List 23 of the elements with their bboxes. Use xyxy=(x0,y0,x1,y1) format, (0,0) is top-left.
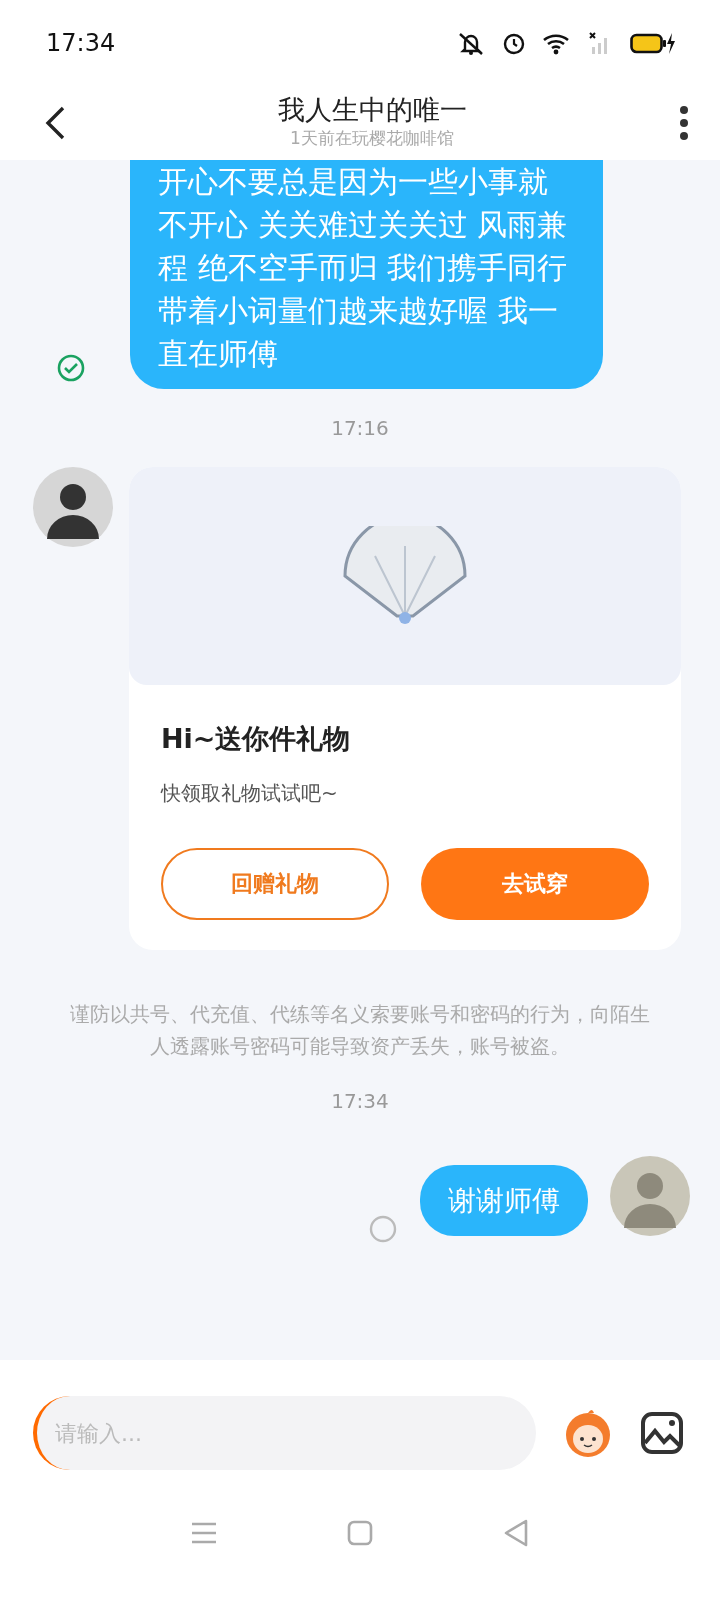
message-time: 17:16 xyxy=(330,415,390,442)
menu-icon[interactable] xyxy=(191,1522,217,1544)
message-time: 17:34 xyxy=(330,1087,390,1115)
more-button[interactable] xyxy=(678,104,690,142)
gift-back-button[interactable]: 回赠礼物 xyxy=(161,847,389,920)
image-icon[interactable] xyxy=(640,1411,684,1455)
back-triangle-icon[interactable] xyxy=(503,1519,529,1547)
message-bubble: 开心不要总是因为一些小事就不开心 关关难过关关过 风雨兼程 绝不空手而归 我们携手同行带着小词量们越来越好喔 我一直在师傅 xyxy=(130,160,603,389)
chat-title: 我人生中的唯一 xyxy=(276,94,468,127)
status-time: 17:34 xyxy=(46,28,116,59)
more-icon xyxy=(678,104,690,142)
back-button[interactable] xyxy=(44,105,66,141)
gift-title: Hi~送你件礼物 xyxy=(161,722,352,756)
home-square-icon[interactable] xyxy=(347,1520,373,1546)
gift-subtitle: 快领取礼物试试吧~ xyxy=(161,779,339,807)
message-input[interactable]: 请输入... xyxy=(33,1396,536,1470)
alarm-icon xyxy=(502,31,526,55)
battery-charging-icon xyxy=(630,31,676,55)
back-icon xyxy=(44,105,66,141)
message-bubble: 谢谢师傅 xyxy=(420,1164,588,1236)
safety-notice: 谨防以共号、代充值、代练等名义索要账号和密码的行为，向陌生人透露账号密码可能导致资产丢失，账号被盗。 xyxy=(69,1000,651,1060)
try-on-button[interactable]: 去试穿 xyxy=(421,847,649,920)
chat-subtitle: 1天前在玩樱花咖啡馆 xyxy=(289,127,455,151)
